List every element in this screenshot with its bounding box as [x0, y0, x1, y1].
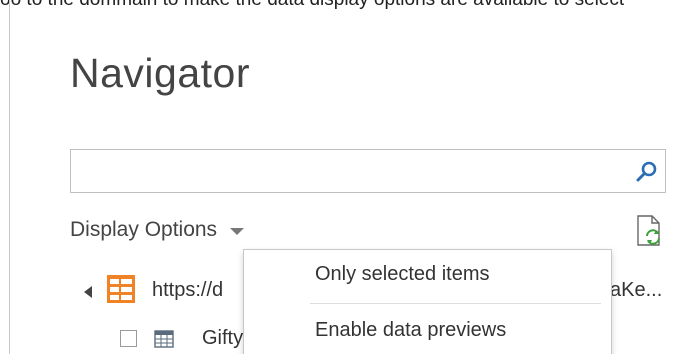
display-options-button[interactable]: Display Options — [70, 216, 245, 244]
source-url-label: https://d — [152, 279, 224, 301]
search-input[interactable] — [77, 156, 621, 188]
display-options-label: Display Options — [70, 218, 218, 241]
menu-item-enable-previews[interactable]: Enable data previews — [244, 306, 611, 354]
clipped-instruction-text: oo to the dommain to make the data displ… — [0, 0, 624, 11]
display-options-menu: Only selected items Enable data previews — [243, 249, 612, 354]
search-icon[interactable] — [635, 160, 659, 184]
navigator-page: oo to the dommain to make the data displ… — [0, 0, 692, 354]
refresh-file-icon[interactable] — [632, 214, 666, 248]
expand-triangle-icon[interactable] — [84, 286, 92, 298]
page-title: Navigator — [70, 50, 250, 96]
left-divider — [9, 0, 10, 354]
item-checkbox[interactable] — [120, 330, 137, 347]
search-box[interactable] — [70, 149, 666, 193]
menu-item-only-selected[interactable]: Only selected items — [244, 250, 611, 298]
chevron-down-icon — [230, 228, 245, 235]
table-icon — [154, 330, 174, 348]
source-url-label-tail: aKe... — [610, 279, 663, 301]
menu-divider — [310, 303, 601, 304]
data-source-icon — [107, 275, 135, 303]
item-label: Gifty — [202, 327, 244, 349]
